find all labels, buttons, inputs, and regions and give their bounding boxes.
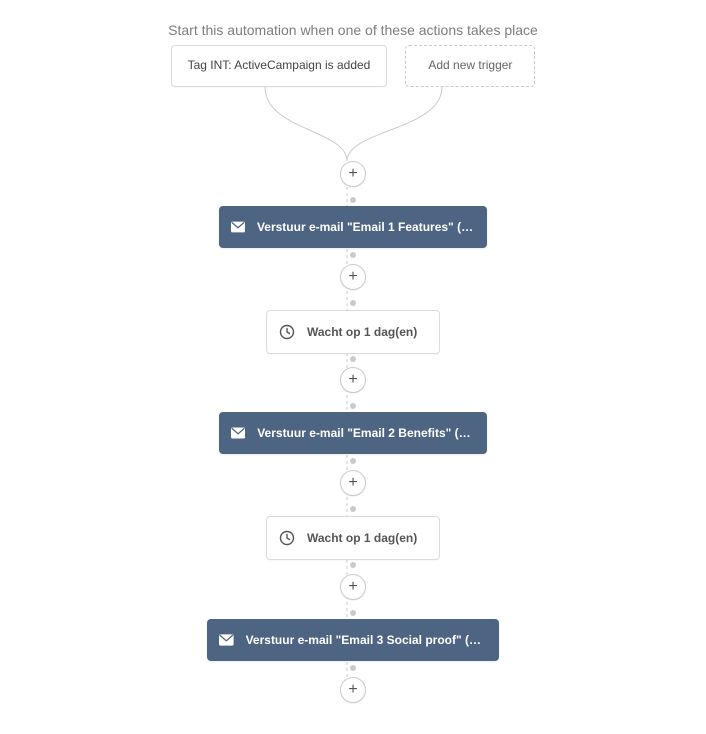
clock-icon — [279, 530, 295, 546]
email-node-1[interactable]: Verstuur e-mail "Email 1 Features" (In b… — [219, 206, 487, 248]
canvas-title: Start this automation when one of these … — [0, 22, 706, 38]
wait-node-2[interactable]: Wacht op 1 dag(en) — [266, 516, 440, 560]
trigger-existing-label: Tag INT: ActiveCampaign is added — [188, 58, 371, 72]
add-step-button-2[interactable]: + — [340, 264, 366, 290]
add-step-button-1[interactable]: + — [340, 161, 366, 187]
connector-dot — [350, 506, 356, 512]
plus-icon: + — [348, 475, 357, 491]
add-step-button-5[interactable]: + — [340, 574, 366, 600]
plus-icon: + — [348, 682, 357, 698]
add-step-button-3[interactable]: + — [340, 367, 366, 393]
add-step-button-4[interactable]: + — [340, 470, 366, 496]
connector-dot — [350, 403, 356, 409]
email-node-3-label: Verstuur e-mail "Email 3 Social proof" (… — [246, 633, 487, 647]
connector-dot — [350, 356, 356, 362]
mail-icon — [231, 426, 245, 440]
mail-icon — [231, 220, 245, 234]
connector-dot — [350, 610, 356, 616]
trigger-add-label: Add new trigger — [428, 58, 512, 72]
connector-dot — [350, 197, 356, 203]
plus-icon: + — [348, 269, 357, 285]
mail-icon — [219, 633, 234, 647]
plus-icon: + — [348, 166, 357, 182]
email-node-2-label: Verstuur e-mail "Email 2 Benefits" (view… — [257, 426, 475, 440]
plus-icon: + — [348, 372, 357, 388]
trigger-existing[interactable]: Tag INT: ActiveCampaign is added — [171, 45, 388, 87]
clock-icon — [279, 324, 295, 340]
trigger-add-button[interactable]: Add new trigger — [405, 45, 535, 87]
email-node-2[interactable]: Verstuur e-mail "Email 2 Benefits" (view… — [219, 412, 487, 454]
connector-dot — [350, 562, 356, 568]
email-node-3[interactable]: Verstuur e-mail "Email 3 Social proof" (… — [207, 619, 499, 661]
email-node-1-label: Verstuur e-mail "Email 1 Features" (In b… — [257, 220, 475, 234]
connector-dot — [350, 665, 356, 671]
add-step-button-6[interactable]: + — [340, 677, 366, 703]
wait-node-1[interactable]: Wacht op 1 dag(en) — [266, 310, 440, 354]
wait-node-2-label: Wacht op 1 dag(en) — [307, 531, 417, 545]
trigger-row: Tag INT: ActiveCampaign is added Add new… — [0, 45, 706, 87]
wait-node-1-label: Wacht op 1 dag(en) — [307, 325, 417, 339]
connector-dot — [350, 458, 356, 464]
connector-dot — [350, 252, 356, 258]
connector-dot — [350, 300, 356, 306]
plus-icon: + — [348, 579, 357, 595]
